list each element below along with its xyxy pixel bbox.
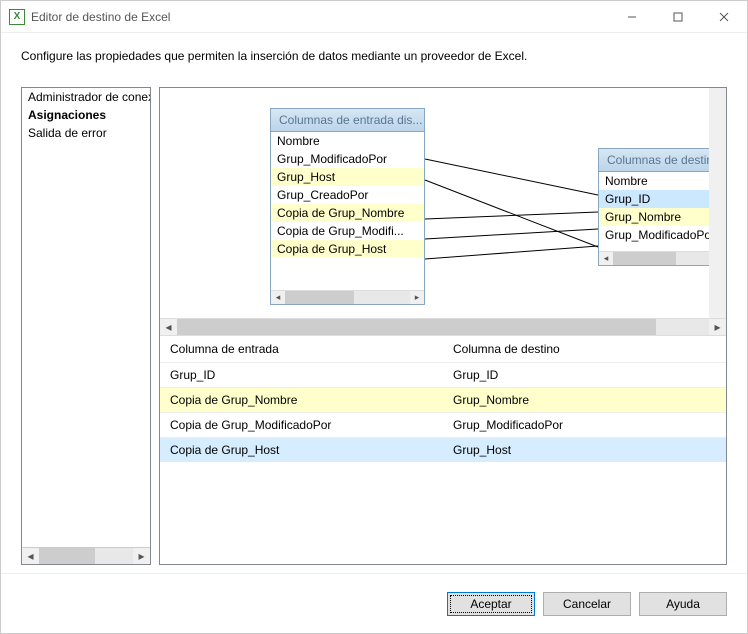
mapping-canvas[interactable]: Columnas de entrada dis... NombreGrup_Mo…: [160, 88, 726, 318]
source-column-item[interactable]: Copia de Grup_Host: [271, 240, 424, 258]
grid-cell-input[interactable]: Copia de Grup_Nombre: [160, 388, 443, 412]
source-box-title: Columnas de entrada dis...: [270, 108, 425, 132]
source-column-item[interactable]: Copia de Grup_Nombre: [271, 204, 424, 222]
grid-cell-input[interactable]: Copia de Grup_Host: [160, 438, 443, 462]
source-column-item[interactable]: Grup_CreadoPor: [271, 186, 424, 204]
sidebar-item[interactable]: Asignaciones: [22, 106, 150, 124]
header-description: Configure las propiedades que permiten l…: [1, 33, 747, 87]
scroll-left-icon[interactable]: ◂: [271, 291, 285, 304]
maximize-button[interactable]: [655, 2, 701, 32]
grid-header-output[interactable]: Columna de destino: [443, 336, 726, 362]
destination-box-hscroll[interactable]: ◂ ▸: [599, 251, 726, 265]
sidebar-scrollbar[interactable]: ◂ ▸: [22, 547, 150, 564]
scroll-right-icon[interactable]: ▸: [410, 291, 424, 304]
destination-column-item[interactable]: Grup_ModificadoPor: [599, 226, 726, 244]
mapping-grid[interactable]: Columna de entrada Columna de destino Gr…: [160, 335, 726, 564]
mapping-hscroll[interactable]: ◂ ▸: [160, 318, 726, 335]
scroll-thumb[interactable]: [39, 548, 95, 564]
scroll-right-icon[interactable]: ▸: [709, 319, 726, 335]
sidebar-item[interactable]: Administrador de conexiones: [22, 88, 150, 106]
grid-row[interactable]: Copia de Grup_ModificadoPorGrup_Modifica…: [160, 412, 726, 437]
destination-box-title: Columnas de destino d...: [598, 148, 726, 172]
destination-column-item[interactable]: Grup_Nombre: [599, 208, 726, 226]
grid-row[interactable]: Copia de Grup_HostGrup_Host: [160, 437, 726, 462]
scroll-left-icon[interactable]: ◂: [599, 252, 613, 265]
grid-cell-input[interactable]: Grup_ID: [160, 363, 443, 387]
scroll-thumb[interactable]: [285, 291, 354, 304]
source-box-scrollbar[interactable]: ◂ ▸: [271, 290, 424, 304]
scroll-thumb[interactable]: [177, 319, 656, 335]
scroll-right-icon[interactable]: ▸: [133, 548, 150, 564]
source-column-item[interactable]: Nombre: [271, 132, 424, 150]
source-column-item[interactable]: Grup_Host: [271, 168, 424, 186]
scroll-thumb[interactable]: [613, 252, 676, 265]
dialog-footer: Aceptar Cancelar Ayuda: [1, 573, 747, 633]
source-columns-box[interactable]: Columnas de entrada dis... NombreGrup_Mo…: [270, 108, 425, 305]
destination-column-item[interactable]: Nombre: [599, 172, 726, 190]
grid-row[interactable]: Copia de Grup_NombreGrup_Nombre: [160, 387, 726, 412]
app-icon: X: [9, 9, 25, 25]
scroll-left-icon[interactable]: ◂: [22, 548, 39, 564]
grid-header-input[interactable]: Columna de entrada: [160, 336, 443, 362]
close-button[interactable]: [701, 2, 747, 32]
source-column-item[interactable]: Copia de Grup_Modifi...: [271, 222, 424, 240]
window-title: Editor de destino de Excel: [31, 10, 609, 24]
grid-cell-output[interactable]: Grup_Nombre: [443, 388, 726, 412]
sidebar-item[interactable]: Salida de error: [22, 124, 150, 142]
grid-cell-output[interactable]: Grup_Host: [443, 438, 726, 462]
cancel-button[interactable]: Cancelar: [543, 592, 631, 616]
grid-header: Columna de entrada Columna de destino: [160, 336, 726, 362]
destination-column-item[interactable]: Grup_ID: [599, 190, 726, 208]
help-button[interactable]: Ayuda: [639, 592, 727, 616]
minimize-button[interactable]: [609, 2, 655, 32]
grid-cell-output[interactable]: Grup_ID: [443, 363, 726, 387]
grid-row[interactable]: Grup_IDGrup_ID: [160, 362, 726, 387]
sidebar: Administrador de conexionesAsignacionesS…: [21, 87, 151, 565]
destination-columns-box[interactable]: Columnas de destino d... NombreGrup_IDGr…: [598, 148, 726, 266]
mapping-vscroll[interactable]: [709, 88, 726, 318]
source-column-item[interactable]: Grup_ModificadoPor: [271, 150, 424, 168]
window-root: X Editor de destino de Excel Configure l…: [0, 0, 748, 634]
main-panel: Columnas de entrada dis... NombreGrup_Mo…: [159, 87, 727, 565]
ok-button[interactable]: Aceptar: [447, 592, 535, 616]
scroll-left-icon[interactable]: ◂: [160, 319, 177, 335]
titlebar[interactable]: X Editor de destino de Excel: [1, 1, 747, 33]
grid-cell-input[interactable]: Copia de Grup_ModificadoPor: [160, 413, 443, 437]
grid-cell-output[interactable]: Grup_ModificadoPor: [443, 413, 726, 437]
